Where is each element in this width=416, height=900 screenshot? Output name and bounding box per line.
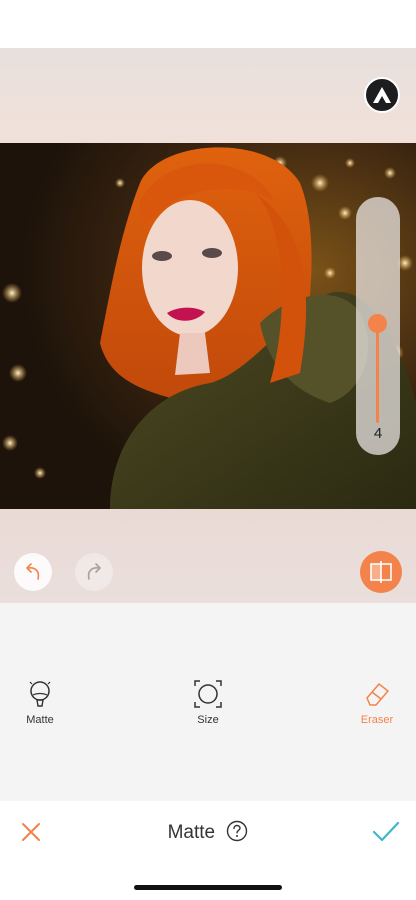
- undo-button[interactable]: [14, 553, 52, 591]
- checkmark-icon[interactable]: [372, 821, 400, 843]
- app-logo-icon[interactable]: [364, 77, 400, 113]
- tool-eraser[interactable]: Eraser: [337, 678, 416, 726]
- redo-arrow-icon: [87, 563, 101, 580]
- bar-title-group: Matte: [0, 820, 416, 844]
- screen-title: Matte: [167, 822, 216, 843]
- slider-fill: [376, 331, 379, 423]
- tool-matte[interactable]: Matte: [0, 678, 80, 726]
- edited-photo[interactable]: [0, 143, 416, 509]
- undo-arrow-icon: [26, 563, 40, 580]
- tool-panel: Matte Size Eraser: [0, 603, 416, 801]
- eraser-icon: [366, 683, 389, 706]
- bottom-bar: Matte: [0, 801, 416, 900]
- compare-button[interactable]: [360, 551, 402, 593]
- tool-label-eraser: Eraser: [360, 714, 394, 726]
- home-indicator[interactable]: [134, 885, 282, 890]
- size-frame-icon: [194, 680, 222, 708]
- redo-button[interactable]: [75, 553, 113, 591]
- editor-canvas[interactable]: 4: [0, 48, 416, 603]
- help-circle-icon[interactable]: [226, 820, 248, 842]
- tool-label-size: Size: [197, 714, 219, 726]
- slider-handle[interactable]: [368, 314, 387, 333]
- tool-label-matte: Matte: [26, 714, 54, 726]
- matte-balloon-icon: [29, 681, 51, 707]
- tool-size[interactable]: Size: [168, 678, 248, 726]
- brush-size-slider[interactable]: 4: [356, 197, 400, 455]
- brush-size-value: 4: [373, 425, 383, 442]
- compare-split-icon: [370, 561, 392, 583]
